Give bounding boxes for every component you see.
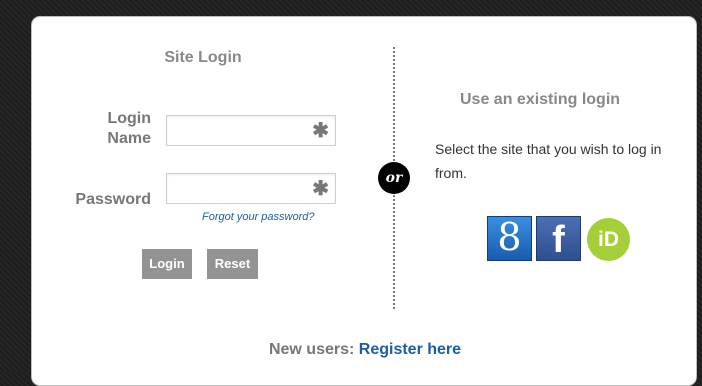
site-login-title: Site Login [164,49,242,66]
login-name-label-line1: Login [107,110,151,127]
required-asterisk-icon: ✱ [312,178,329,200]
login-name-input[interactable]: ✱ [166,115,336,146]
register-link[interactable]: Register here [359,341,461,358]
login-panel: Site Login Login Name ✱ Password ✱ Forgo… [31,16,697,386]
orcid-icon[interactable]: iD [587,218,630,261]
required-asterisk-icon: ✱ [312,120,329,142]
forgot-password-link[interactable]: Forgot your password? [202,211,315,223]
new-users-footer: New users: Register here [32,341,698,359]
new-users-label: New users: [268,341,355,358]
existing-login-description: Select the site that you wish to log in … [435,141,662,181]
google-icon[interactable]: 8 [487,216,532,261]
login-name-label: Login Name [72,109,151,149]
or-separator-badge: or [378,162,410,194]
login-button[interactable]: Login [142,249,192,279]
existing-login-title: Use an existing login [460,91,621,108]
reset-button[interactable]: Reset [207,249,258,279]
password-input[interactable]: ✱ [166,173,336,204]
facebook-icon[interactable]: f [536,216,581,261]
login-name-label-line2: Name [107,130,151,147]
password-label: Password [75,191,151,208]
